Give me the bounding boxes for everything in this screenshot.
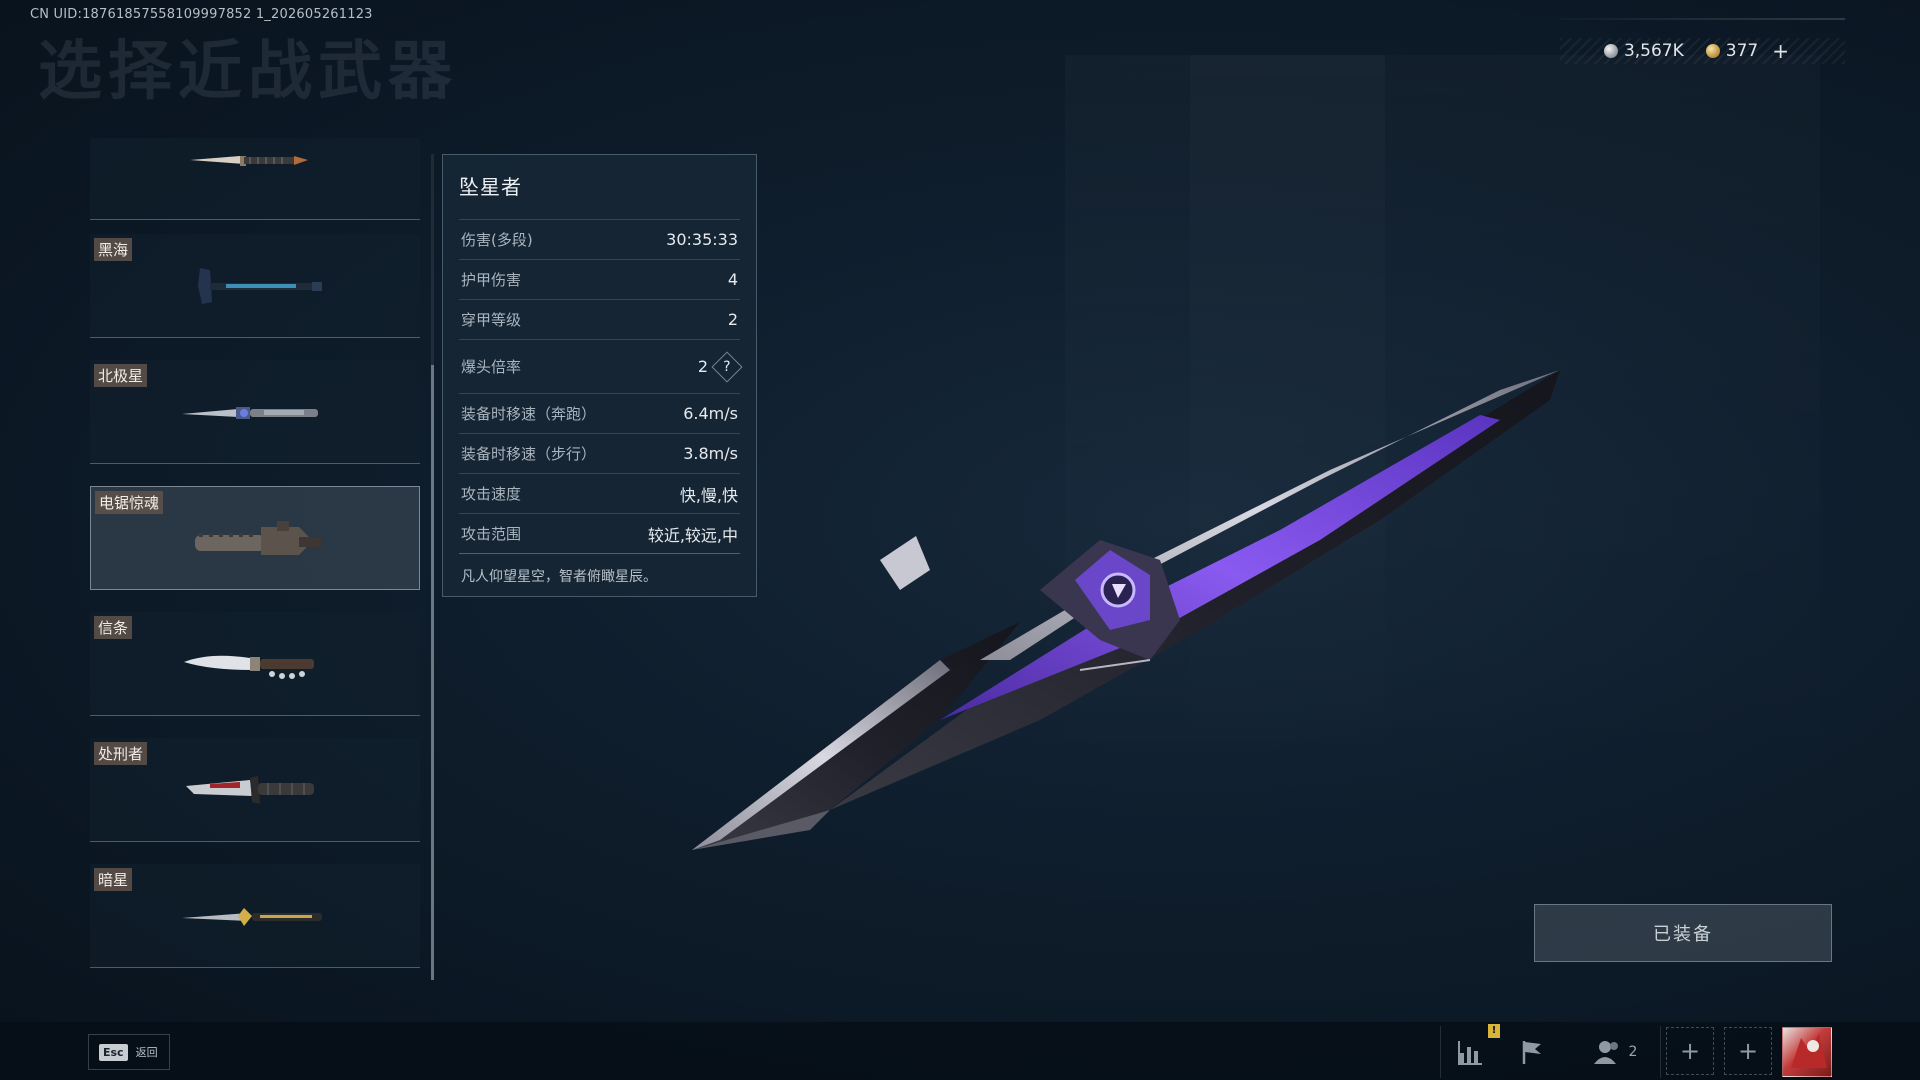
avatar[interactable] xyxy=(1782,1027,1832,1077)
page-title: 选择近战武器 xyxy=(38,35,458,109)
combat-knife-icon xyxy=(190,156,308,166)
friends-icon xyxy=(1593,1041,1618,1064)
stat-label: 攻击速度 xyxy=(461,485,522,503)
weapon-card-heihai[interactable]: 黑海 xyxy=(90,234,420,338)
weapon-card-xintiao[interactable]: 信条 xyxy=(90,612,420,716)
stat-label: 伤害(多段) xyxy=(461,231,533,249)
esc-key: Esc xyxy=(99,1043,128,1061)
currency-divider xyxy=(1560,18,1845,20)
gold-currency: 377 xyxy=(1705,41,1759,61)
silver-amount: 3,567K xyxy=(1623,41,1684,61)
gold-amount: 377 xyxy=(1725,41,1759,61)
bar-chart-icon xyxy=(1458,1041,1482,1065)
flag-icon xyxy=(1522,1041,1541,1064)
divider xyxy=(1440,1026,1441,1078)
executioner-knife-icon xyxy=(186,776,314,804)
stat-row-armor-damage: 护甲伤害 4 xyxy=(459,259,740,299)
stat-label: 装备时移速（奔跑） xyxy=(461,405,597,423)
equipped-button[interactable]: 已装备 xyxy=(1534,904,1832,962)
currency-bar: 3,567K 377 + xyxy=(1560,38,1845,64)
stat-value: 30:35:33 xyxy=(666,230,738,249)
add-currency-button[interactable]: + xyxy=(1772,39,1789,63)
weapon-card[interactable] xyxy=(90,138,420,220)
avatar-art-icon xyxy=(1791,1034,1827,1068)
friends-count: 2 xyxy=(1628,1044,1638,1060)
stat-row-penetration: 穿甲等级 2 xyxy=(459,299,740,339)
tomahawk-icon xyxy=(198,268,322,304)
alert-badge: ! xyxy=(1488,1024,1500,1038)
weapon-list: 黑海 北极星 电锯惊魂 信条 处刑者 暗星 xyxy=(90,138,420,974)
gold-coin-icon xyxy=(1705,44,1720,58)
stat-value: 2 xyxy=(727,310,738,329)
flag-button[interactable] xyxy=(1508,1026,1558,1078)
weapon-card-dianjujinghun[interactable]: 电锯惊魂 xyxy=(90,486,420,590)
stat-label: 装备时移速（步行） xyxy=(461,445,597,463)
weapon-tag: 处刑者 xyxy=(94,742,148,765)
friends-button[interactable]: 2 xyxy=(1580,1026,1650,1078)
weapon-card-anxing[interactable]: 暗星 xyxy=(90,864,420,968)
stat-label: 爆头倍率 xyxy=(461,358,522,376)
back-label: 返回 xyxy=(135,1046,158,1059)
divider xyxy=(1660,1026,1661,1078)
back-button[interactable]: Esc 返回 xyxy=(88,1034,170,1070)
weapon-tag: 信条 xyxy=(94,616,133,639)
stat-row-damage: 伤害(多段) 30:35:33 xyxy=(459,219,740,259)
weapon-name: 坠星者 xyxy=(459,175,522,199)
weapon-list-scrollbar-thumb[interactable] xyxy=(431,365,434,980)
stat-label: 穿甲等级 xyxy=(461,311,522,329)
add-party-slot[interactable]: + xyxy=(1666,1027,1714,1075)
weapon-card-beijixing[interactable]: 北极星 xyxy=(90,360,420,464)
weapon-tag: 电锯惊魂 xyxy=(95,491,164,514)
weapon-tag: 暗星 xyxy=(94,868,133,891)
stat-label: 护甲伤害 xyxy=(461,271,522,289)
weapon-tag: 黑海 xyxy=(94,238,133,261)
silver-coin-icon xyxy=(1603,44,1618,58)
chainsaw-icon xyxy=(195,521,321,555)
serrated-knife-icon xyxy=(184,655,314,679)
dark-star-knife-icon xyxy=(182,908,322,926)
silver-currency: 3,567K xyxy=(1603,41,1684,61)
stat-value: 4 xyxy=(727,270,738,289)
weapon-card-chuxingzhe[interactable]: 处刑者 xyxy=(90,738,420,842)
polaris-knife-icon xyxy=(182,407,318,419)
add-party-slot[interactable]: + xyxy=(1724,1027,1772,1075)
weapon-tag: 北极星 xyxy=(94,364,148,387)
star-faller-blade-icon xyxy=(692,370,1560,850)
stat-label: 攻击范围 xyxy=(461,525,522,543)
